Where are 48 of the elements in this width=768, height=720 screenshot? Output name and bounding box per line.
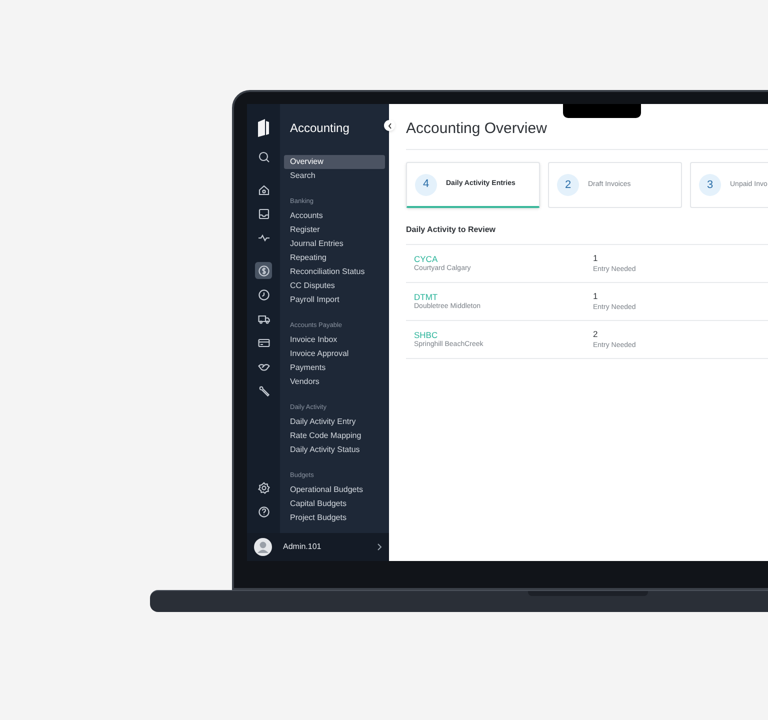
nav-item[interactable]: Daily Activity Entry [284,415,385,429]
avatar-icon [254,538,272,556]
nav-item[interactable]: Payments [284,361,385,375]
help-icon [258,506,270,518]
nav-item[interactable]: Project Budgets [284,511,385,525]
user-bar[interactable]: Admin.101 [247,533,389,561]
nav-item[interactable]: Invoice Approval [284,347,385,361]
pulse-icon [258,232,270,244]
chevron-right-icon [377,543,382,551]
nav-item[interactable]: Daily Activity Status [284,443,385,457]
nav-item[interactable]: Rate Code Mapping [284,429,385,443]
collapse-button[interactable] [384,120,395,131]
card-icon [258,336,270,348]
section-title: Daily Activity to Review [406,224,497,236]
nav-item[interactable]: CC Disputes [284,279,385,293]
home-icon [258,184,270,196]
count-badge: 3 [699,174,721,196]
nav-item[interactable]: Search [284,169,385,183]
clock-icon [258,288,270,300]
count-badge: 4 [415,174,437,196]
nav-item[interactable]: Accounts [284,209,385,223]
nav-item[interactable]: Capital Budgets [284,497,385,511]
app-title: Accounting [289,120,350,137]
rail-button[interactable] [255,480,272,496]
nav-item[interactable]: Operational Budgets [284,483,385,497]
nav-item[interactable]: Vendors [284,375,385,389]
count-badge: 2 [557,174,579,196]
page-title: Accounting Overview [406,119,548,139]
entry-count: 1 [593,290,599,302]
entry-count: 1 [593,252,599,264]
nav-item[interactable]: Overview [284,155,385,169]
settings-icon [258,482,270,494]
chevron-left-icon [388,122,392,128]
nav-item[interactable]: Reconciliation Status [284,265,385,279]
nav-item[interactable]: Payroll Import [284,293,385,307]
entry-count: 2 [593,328,599,340]
nav-item[interactable]: Invoice Inbox [284,333,385,347]
user-name: Admin.101 [283,541,322,553]
wrench-icon [258,384,270,396]
inbox-icon [258,208,270,220]
nav-item[interactable]: Journal Entries [284,237,385,251]
rail-button[interactable] [255,262,272,279]
logo-icon [257,118,270,138]
truck-icon [258,312,270,324]
search-icon [258,150,270,162]
nav-item[interactable]: Register [284,223,385,237]
nav-item[interactable]: Repeating [284,251,385,265]
dollar-icon [258,264,270,276]
